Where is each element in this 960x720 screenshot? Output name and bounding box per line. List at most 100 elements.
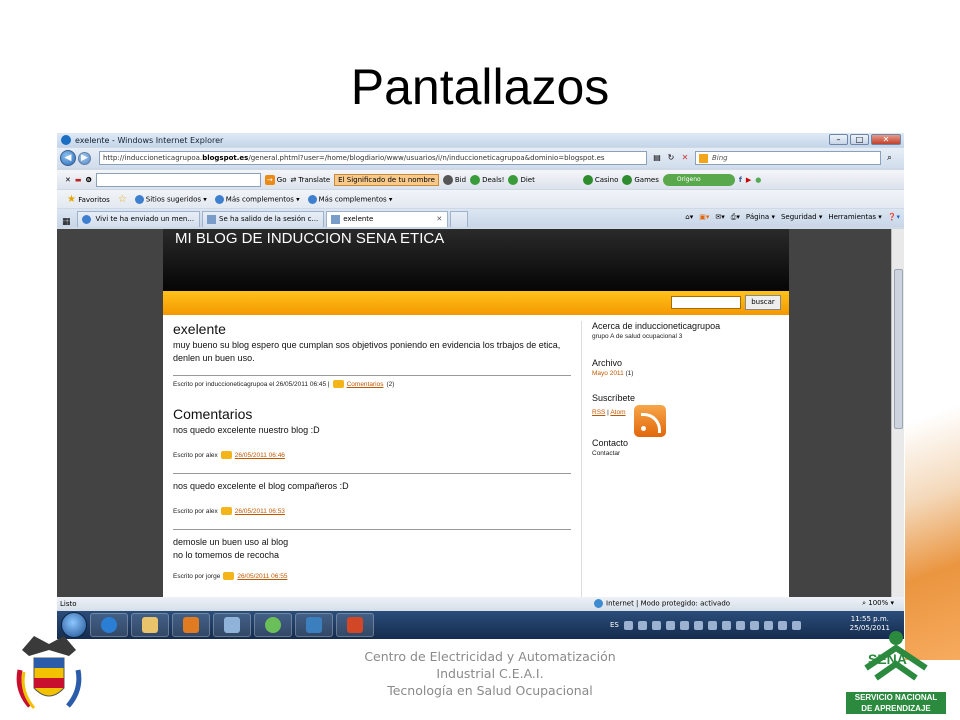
back-button[interactable]: ◀: [60, 150, 76, 166]
comment-text: nos quedo excelente el blog compañeros :…: [173, 481, 349, 491]
rss-link[interactable]: RSS: [592, 409, 605, 416]
tray-icon[interactable]: [637, 620, 647, 630]
flag-icon[interactable]: ▬: [75, 176, 82, 184]
stop-icon[interactable]: ✕: [679, 152, 691, 164]
address-tools: ▤ ↻ ✕: [651, 152, 691, 164]
go-button[interactable]: → Go: [264, 174, 287, 185]
tray-icon[interactable]: [623, 620, 633, 630]
games-button[interactable]: Games: [622, 174, 659, 185]
tray-icon[interactable]: [721, 620, 731, 630]
close-tab-icon[interactable]: ✕: [436, 215, 442, 223]
contact-link[interactable]: Contactar: [592, 450, 781, 457]
fav-item[interactable]: Sitios sugeridos ▾: [134, 194, 207, 204]
favorites-button[interactable]: ★ Favoritos: [67, 194, 110, 205]
tray-icon[interactable]: [749, 620, 759, 630]
taskbar-paint[interactable]: [213, 613, 251, 637]
help-icon[interactable]: ❓▾: [888, 213, 900, 222]
tab-exelente[interactable]: exelente ✕: [326, 211, 449, 227]
zoom-control[interactable]: ⌕ 100% ▾: [862, 599, 894, 608]
tab-sesion[interactable]: Se ha salido de la sesión c...: [202, 211, 325, 227]
tray-icon[interactable]: [791, 620, 801, 630]
sena-logo: SENA SERVICIO NACIONAL DE APRENDIZAJE: [846, 628, 946, 716]
quick-tabs-icon[interactable]: ▦: [62, 217, 71, 227]
forward-button[interactable]: ▶: [78, 151, 91, 165]
comment-bubble-icon: [332, 380, 344, 388]
tray-icon[interactable]: [735, 620, 745, 630]
comments-link[interactable]: Comentarios: [347, 381, 384, 388]
atom-link[interactable]: Atom: [610, 409, 625, 416]
sena-line-2: DE APRENDIZAJE: [846, 703, 946, 714]
tray-icon[interactable]: [693, 620, 703, 630]
feeds-icon[interactable]: ▣▾: [699, 213, 709, 222]
youtube-icon[interactable]: ▶: [746, 176, 751, 184]
search-icon[interactable]: ⌕: [887, 153, 892, 163]
blog-search-button[interactable]: buscar: [745, 295, 781, 310]
refresh-icon[interactable]: ↻: [665, 152, 677, 164]
tray-icon[interactable]: [777, 620, 787, 630]
fav-item[interactable]: Más complementos ▾: [307, 194, 392, 204]
slide-footer: Centro de Electricidad y Automatización …: [300, 648, 680, 699]
tray-icon[interactable]: [763, 620, 773, 630]
comment-meta: Escrito por alex 26/05/2011 06:53: [173, 503, 571, 515]
comment-date-link[interactable]: 26/05/2011 06:55: [237, 573, 287, 580]
minimize-button[interactable]: –: [829, 134, 848, 145]
archive-title: Archivo: [592, 358, 623, 368]
toolbar-logo-icon[interactable]: ❻: [86, 176, 92, 184]
address-field[interactable]: http://induccioneticagrupoa. blogspot.es /…: [99, 151, 647, 165]
print-icon[interactable]: ⎙▾: [731, 213, 740, 222]
tab-vivi[interactable]: Vivi te ha enviado un men...: [76, 211, 201, 227]
facebook-icon[interactable]: f: [739, 176, 742, 184]
tray-icon[interactable]: [651, 620, 661, 630]
archive-link[interactable]: Mayo 2011: [592, 370, 624, 377]
fav-item[interactable]: Más complementos ▾: [214, 194, 300, 204]
tray-icon[interactable]: [679, 620, 689, 630]
blog-search-input[interactable]: [671, 296, 741, 309]
translate-label: Translate: [298, 175, 331, 184]
tools-menu[interactable]: Herramientas ▾: [828, 213, 881, 222]
scroll-thumb[interactable]: [894, 269, 903, 429]
mail-icon[interactable]: ✉▾: [715, 213, 724, 222]
comment-meta: Escrito por jorge 26/05/2011 06:55: [173, 568, 571, 580]
sena-line-1: SERVICIO NACIONAL: [846, 692, 946, 703]
compat-view-icon[interactable]: ▤: [651, 152, 663, 164]
maximize-button[interactable]: □: [850, 134, 869, 145]
deals-button[interactable]: Deals!: [470, 174, 504, 185]
bid-icon: [442, 174, 453, 185]
significado-button[interactable]: El Significado de tu nombre: [334, 173, 439, 186]
toolbar-extra-icon[interactable]: ●: [755, 176, 761, 184]
search-input[interactable]: Bing: [695, 151, 881, 165]
diet-button[interactable]: Diet: [508, 174, 535, 185]
security-menu[interactable]: Seguridad ▾: [781, 213, 822, 222]
taskbar-explorer[interactable]: [131, 613, 169, 637]
tray-icon[interactable]: [665, 620, 675, 630]
windows-taskbar: ES 11:55 p.m. 25/05/2011: [57, 611, 904, 639]
ie-icon: [101, 617, 117, 633]
taskbar-messenger[interactable]: [254, 613, 292, 637]
tray-icon[interactable]: [707, 620, 717, 630]
sidebar: Acerca de induccioneticagrupoa grupo A d…: [581, 321, 781, 597]
rss-feed-icon[interactable]: [634, 405, 666, 437]
significado-label: El Significado de tu nombre: [338, 175, 435, 184]
toolbar-close-icon[interactable]: ✕: [65, 176, 71, 184]
casino-button[interactable]: Casino: [582, 174, 618, 185]
page-icon: [207, 215, 217, 224]
comment-date-link[interactable]: 26/05/2011 06:53: [235, 508, 285, 515]
taskbar-media[interactable]: [172, 613, 210, 637]
comment-author: Escrito por alex: [173, 451, 218, 459]
taskbar-powerpoint[interactable]: [336, 613, 374, 637]
language-indicator[interactable]: ES: [610, 621, 619, 629]
bid-button[interactable]: Bid: [442, 174, 466, 185]
vertical-scrollbar[interactable]: [891, 229, 904, 597]
add-favorite-icon[interactable]: ☆: [118, 194, 127, 205]
zone-info[interactable]: Internet | Modo protegido: activado: [594, 599, 730, 608]
page-menu[interactable]: Página ▾: [746, 213, 775, 222]
origen-widget[interactable]: Origeno: [662, 173, 735, 186]
taskbar-ie[interactable]: [90, 613, 128, 637]
toolbar-search-field[interactable]: [95, 172, 261, 187]
taskbar-app-a[interactable]: [295, 613, 333, 637]
home-icon[interactable]: ⌂▾: [685, 213, 693, 222]
comment-date-link[interactable]: 26/05/2011 06:46: [235, 452, 285, 459]
new-tab-button[interactable]: [450, 211, 469, 227]
translate-button[interactable]: ⇄ Translate: [291, 176, 331, 184]
close-window-button[interactable]: ✕: [871, 134, 901, 145]
